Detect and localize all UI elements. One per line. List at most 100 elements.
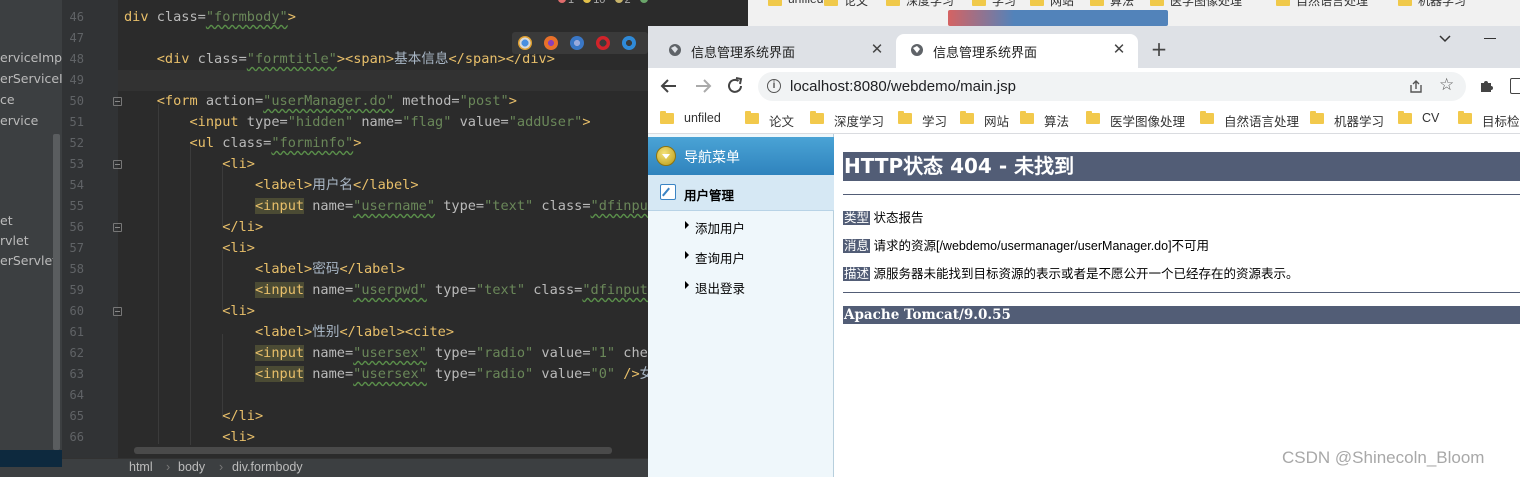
code-line[interactable]: <input type="hidden" name="flag" value="… (124, 112, 590, 133)
project-tree-item[interactable]: ce (0, 90, 15, 110)
line-number: 63 (69, 367, 84, 381)
tab-title: 信息管理系统界面 (691, 45, 796, 60)
folder-icon (1020, 111, 1034, 124)
code-line[interactable]: <li> (124, 301, 255, 322)
editor-horizontal-scrollbar[interactable] (134, 447, 612, 454)
background-bookmark-label: 医学图像处理 (1170, 0, 1243, 8)
watermark: CSDN @Shinecoln_Bloom (1282, 448, 1485, 467)
fold-toggle-icon[interactable] (113, 307, 122, 316)
breadcrumb-html[interactable]: html (129, 460, 153, 474)
code-token: <div (156, 51, 190, 67)
code-token: <input (254, 282, 305, 298)
line-number: 60 (69, 304, 84, 318)
code-line[interactable]: </li> (124, 217, 263, 238)
folder-icon (960, 111, 974, 124)
close-icon[interactable]: ✕ (1110, 40, 1128, 58)
close-icon[interactable]: ✕ (868, 40, 886, 58)
code-token: type= (426, 366, 476, 382)
code-token: <ul (189, 135, 215, 151)
code-line[interactable]: <ul class="forminfo"> (124, 133, 361, 154)
project-panel-selected-row (0, 450, 62, 467)
forward-arrow-icon[interactable] (690, 73, 716, 99)
project-tree-item[interactable]: rvlet (0, 231, 29, 251)
safari-icon[interactable] (570, 36, 584, 50)
tab-inactive[interactable]: 信息管理系统界面 ✕ (654, 34, 896, 68)
code-token: type= (426, 345, 476, 361)
code-line[interactable]: <input name="userpwd" type="text" class=… (124, 280, 648, 301)
line-number: 65 (69, 409, 84, 423)
code-token: "radio" (475, 345, 534, 361)
opera-icon[interactable] (596, 36, 610, 50)
bookmark-star-icon[interactable]: ☆ (1439, 75, 1454, 95)
globe-icon (911, 44, 923, 56)
firefox-icon[interactable] (544, 36, 558, 50)
error-description-label: 描述 (843, 267, 871, 281)
folder-icon (768, 0, 782, 6)
address-bar[interactable]: i localhost:8080/webdemo/main.jsp ☆ (758, 72, 1466, 101)
line-number: 50 (69, 94, 84, 108)
line-number: 64 (69, 388, 84, 402)
chrome-icon[interactable] (518, 36, 532, 50)
fold-toggle-icon[interactable] (113, 97, 122, 106)
tab-active[interactable]: 信息管理系统界面 ✕ (896, 34, 1138, 68)
info-icon[interactable]: i (767, 79, 781, 93)
background-bookmark-label: unfiled (788, 0, 823, 6)
code-token: </li> (222, 408, 264, 424)
code-token: "text" (484, 198, 534, 214)
code-line[interactable]: <label>用户名</label> (124, 175, 419, 196)
code-line[interactable]: </li> (124, 406, 263, 427)
extensions-puzzle-icon[interactable] (1478, 78, 1494, 94)
code-line[interactable]: <input name="usersex" type="radio" value… (124, 364, 648, 385)
code-line[interactable]: <li> (124, 238, 255, 259)
code-token: > (353, 135, 362, 151)
code-token: method= (394, 93, 460, 109)
reload-icon[interactable] (722, 73, 748, 99)
minimize-icon[interactable] (1484, 38, 1496, 39)
fold-toggle-icon[interactable] (113, 160, 122, 169)
project-tree-scrollbar[interactable] (53, 134, 60, 450)
ie-icon[interactable] (622, 36, 636, 50)
new-tab-plus-icon[interactable]: + (1148, 38, 1170, 60)
code-token: <input (254, 198, 305, 214)
code-line[interactable]: <input name="username" type="text" class… (124, 196, 648, 217)
share-icon[interactable] (1408, 79, 1424, 94)
code-line[interactable]: <label>性别</label><cite> (124, 322, 454, 343)
code-token: "formbody" (205, 9, 288, 25)
error-icon (558, 0, 566, 3)
line-number: 58 (69, 262, 84, 276)
code-line[interactable]: <li> (124, 154, 255, 175)
project-tree-item[interactable]: ervice (0, 111, 38, 131)
code-line[interactable]: <form action="userManager.do" method="po… (124, 91, 517, 112)
folder-icon (1398, 111, 1412, 124)
code-token: "formtitle" (246, 51, 337, 67)
nav-section-title: 用户管理 (684, 189, 735, 203)
code-line[interactable]: <div class="formtitle"><span>基本信息</span>… (124, 49, 555, 70)
code-token: <form (156, 93, 198, 109)
chevron-down-icon[interactable] (1436, 29, 1454, 47)
code-line[interactable]: <input name="usersex" type="radio" value… (124, 343, 648, 364)
project-tree-item[interactable]: erviceImpl (0, 48, 62, 68)
code-token: class= (148, 9, 206, 25)
nav-section-user-management[interactable]: 用户管理 (648, 175, 834, 211)
breadcrumb-div-formbody[interactable]: div.formbody (232, 460, 303, 474)
inspection-widget[interactable]: 1 10 2 15 (552, 0, 648, 8)
code-token: 用户名 (312, 177, 354, 193)
project-tree-item[interactable]: erServlet (0, 251, 57, 271)
code-line[interactable]: <li> (124, 427, 255, 448)
code-line[interactable]: div class="formbody"> (124, 7, 296, 28)
bookmark-label: 自然语言处理 (1224, 115, 1300, 129)
code-token: "userManager.do" (263, 93, 395, 109)
code-line[interactable]: <label>密码</label> (124, 259, 405, 280)
side-panel-icon[interactable] (1510, 78, 1520, 94)
breadcrumb-body[interactable]: body (178, 460, 205, 474)
fold-toggle-icon[interactable] (113, 223, 122, 232)
url-text[interactable]: localhost:8080/webdemo/main.jsp (790, 78, 1016, 95)
back-arrow-icon[interactable] (656, 73, 682, 99)
project-tree-item[interactable]: erServiceIm (0, 69, 62, 89)
code-token: <label> (254, 261, 313, 277)
project-tree-item[interactable]: et (0, 211, 13, 231)
open-in-browser-bar (512, 32, 648, 54)
